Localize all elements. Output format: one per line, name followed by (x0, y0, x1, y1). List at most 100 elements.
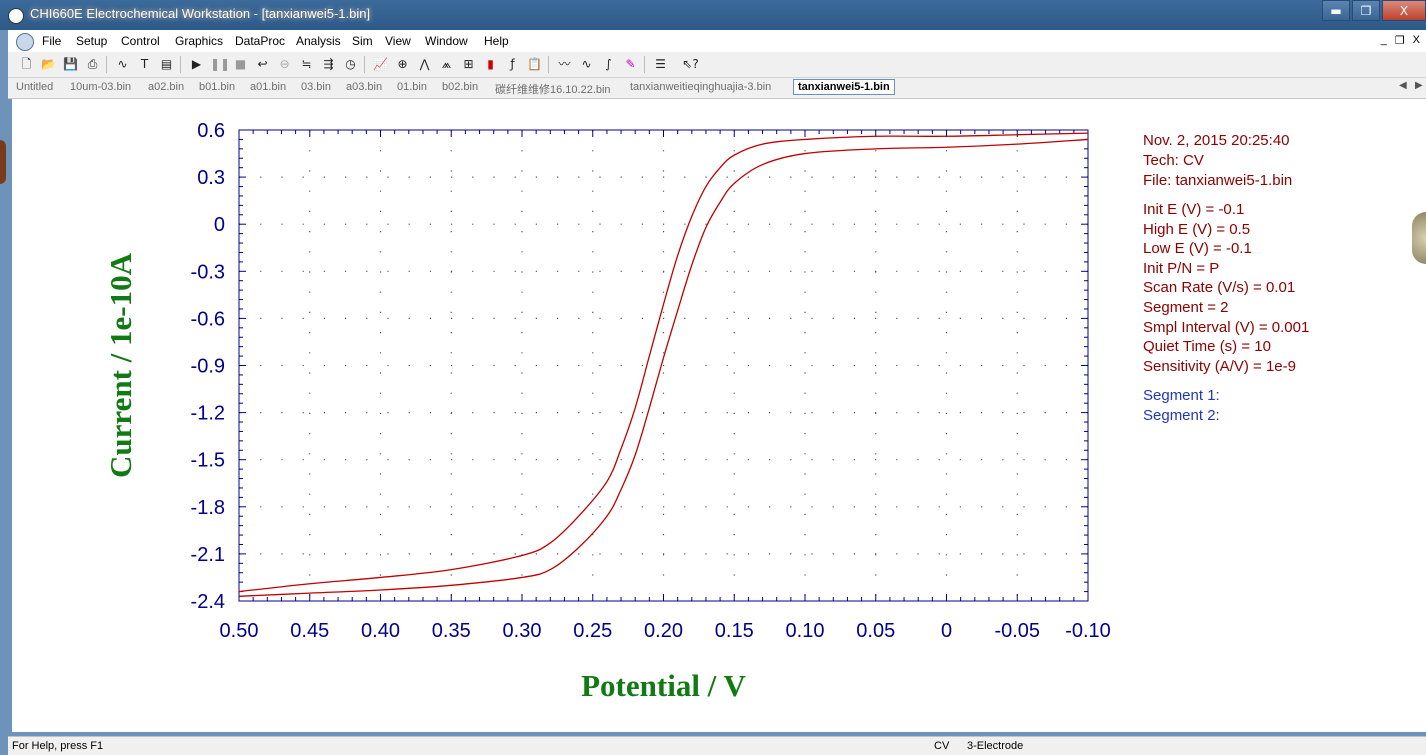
new-file-icon[interactable]: 🗋 (18, 56, 35, 73)
close-button[interactable]: X (1382, 0, 1426, 21)
tab-b02[interactable]: b02.bin (442, 81, 478, 93)
cv-chart: 0.50 0.45 0.40 0.35 0.30 0.25 0.20 0.15 0.10 0.05… (103, 120, 1111, 703)
document-icon[interactable] (16, 33, 34, 51)
document-window-controls: _ ❐ X (1381, 34, 1420, 47)
tab-tanxianwei5-1[interactable]: tanxianwei5-1.bin (793, 79, 895, 95)
graph-canvas[interactable]: 0.50 0.45 0.40 0.35 0.30 0.25 0.20 0.15 0.10 0.05… (12, 99, 1426, 732)
y-tick-label: 0.3 (197, 167, 225, 189)
y-tick-label: -0.3 (191, 261, 225, 283)
tab-b01[interactable]: b01.bin (199, 81, 235, 93)
zoom-icon[interactable]: ⊕ (394, 56, 411, 73)
menu-control[interactable]: Control (121, 34, 160, 48)
tab-a02[interactable]: a02.bin (148, 81, 184, 93)
technique-icon[interactable]: ∿ (114, 56, 131, 73)
toolbar: 🗋 📂 💾 ⎙ ∿ T ▤ ▶ ❚❚ ■ ↩ ⊖ ≒ ⇶ ◷ 📈 ⊕ ⋀ ⩕ ⊞… (8, 52, 1426, 78)
smooth-icon[interactable]: 〰 (556, 56, 573, 73)
document-restore-button[interactable]: ❐ (1395, 34, 1405, 47)
x-tick-label: 0.10 (786, 620, 825, 642)
document-minimize-button[interactable]: _ (1381, 34, 1387, 47)
tab-scroll-right-icon[interactable]: ▶ (1415, 80, 1423, 91)
tab-carbon-fiber-repair[interactable]: 碳纤维维修16.10.22.bin (495, 81, 611, 97)
overlay-icon[interactable]: ⩕ (438, 56, 455, 73)
status-bar: For Help, press F1 CV 3-Electrode (8, 736, 1426, 755)
help-pointer-icon[interactable]: ⇖? (682, 56, 699, 73)
x-tick-label: 0.30 (503, 620, 542, 642)
tab-untitled[interactable]: Untitled (16, 81, 53, 93)
menu-view[interactable]: View (385, 34, 411, 48)
macro-icon[interactable]: ▤ (158, 56, 175, 73)
tab-03[interactable]: 03.bin (301, 81, 331, 93)
cv-curve-1 (238, 138, 1089, 597)
reverse-scan-icon[interactable]: ↩ (254, 56, 271, 73)
menu-sim[interactable]: Sim (352, 34, 373, 48)
tab-a03[interactable]: a03.bin (346, 81, 382, 93)
pause-icon[interactable]: ❚❚ (210, 56, 230, 73)
param-init-pn: Init P/N = P (1143, 260, 1220, 277)
tab-scroll-left-icon[interactable]: ◀ (1399, 80, 1407, 91)
add-data-icon[interactable]: ⊞ (460, 56, 477, 73)
x-tick-label: 0.45 (290, 620, 329, 642)
derivative-icon[interactable]: ∿ (578, 56, 595, 73)
app-icon[interactable] (8, 8, 24, 24)
status-technique: CV (934, 740, 950, 752)
color-icon[interactable]: ▮ (482, 56, 499, 73)
maximize-button[interactable]: ❐ (1352, 0, 1380, 21)
font-icon[interactable]: ƒ (504, 56, 521, 73)
menu-file[interactable]: File (42, 34, 61, 48)
menu-setup[interactable]: Setup (76, 34, 107, 48)
menu-graphics[interactable]: Graphics (175, 34, 223, 48)
toolbar-separator (364, 56, 365, 73)
filter-icon[interactable]: ≒ (298, 56, 315, 73)
status-electrode: 3-Electrode (967, 740, 1024, 752)
menu-help[interactable]: Help (484, 34, 509, 48)
run-icon[interactable]: ▶ (188, 56, 205, 73)
param-sensitivity: Sensitivity (A/V) = 1e-9 (1143, 358, 1296, 375)
integrate-icon[interactable]: ∫ (600, 56, 617, 73)
y-tick-label: -2.1 (191, 544, 225, 566)
x-tick-label: -0.05 (994, 620, 1040, 642)
toolbar-separator (180, 56, 181, 73)
stop-icon[interactable]: ■ (232, 56, 249, 73)
menu-dataproc[interactable]: DataProc (235, 34, 285, 48)
y-tick-label: -2.4 (191, 591, 225, 613)
grid (239, 130, 1088, 601)
tab-10um-03[interactable]: 10um-03.bin (70, 81, 131, 93)
tab-a01[interactable]: a01.bin (250, 81, 286, 93)
open-file-icon[interactable]: 📂 (40, 56, 57, 73)
save-icon[interactable]: 💾 (62, 56, 79, 73)
clipboard-icon[interactable]: 📋 (526, 56, 543, 73)
minimize-button[interactable]: ▬ (1322, 0, 1350, 21)
menu-window[interactable]: Window (425, 34, 468, 48)
x-tick-label: 0.40 (361, 620, 400, 642)
window-controls: ▬ ❐ X (1320, 0, 1426, 21)
param-quiet-time: Quiet Time (s) = 10 (1143, 338, 1271, 355)
cell-control-icon[interactable]: ⇶ (320, 56, 337, 73)
x-tick-label: 0.50 (220, 620, 259, 642)
toolbar-separator (548, 56, 549, 73)
peak-icon[interactable]: ⋀ (416, 56, 433, 73)
y-tick-label: 0.6 (197, 120, 225, 142)
tab-tanxianweitieqinghuajia-3[interactable]: tanxianweitieqinghuajia-3.bin (630, 81, 771, 93)
y-tick-label: -1.5 (191, 450, 225, 472)
parameters-icon[interactable]: T (136, 56, 153, 73)
param-init-e: Init E (V) = -0.1 (1143, 201, 1245, 218)
y-tick-label: -0.6 (191, 308, 225, 330)
ir-comp-icon[interactable]: ⊖ (276, 56, 293, 73)
param-high-e: High E (V) = 0.5 (1143, 221, 1251, 238)
text-file-icon[interactable]: ☰ (652, 56, 669, 73)
window-title: CHI660E Electrochemical Workstation - [t… (30, 6, 371, 21)
graph-options-icon[interactable]: 📈 (372, 56, 389, 73)
rotate-icon[interactable]: ◷ (342, 56, 359, 73)
y-tick-label: 0 (214, 214, 225, 236)
print-icon[interactable]: ⎙ (84, 56, 101, 73)
tab-01[interactable]: 01.bin (397, 81, 427, 93)
param-sample-interval: Smpl Interval (V) = 0.001 (1143, 319, 1310, 336)
x-tick-label: 0.15 (715, 620, 754, 642)
desktop-decoration (1412, 212, 1426, 264)
tools-icon[interactable]: ✎ (622, 56, 639, 73)
x-tick-label: 0 (941, 620, 952, 642)
param-scan-rate: Scan Rate (V/s) = 0.01 (1143, 279, 1296, 296)
window-title-bar: CHI660E Electrochemical Workstation - [t… (0, 0, 1426, 30)
document-close-button[interactable]: X (1413, 34, 1420, 47)
menu-analysis[interactable]: Analysis (296, 34, 341, 48)
